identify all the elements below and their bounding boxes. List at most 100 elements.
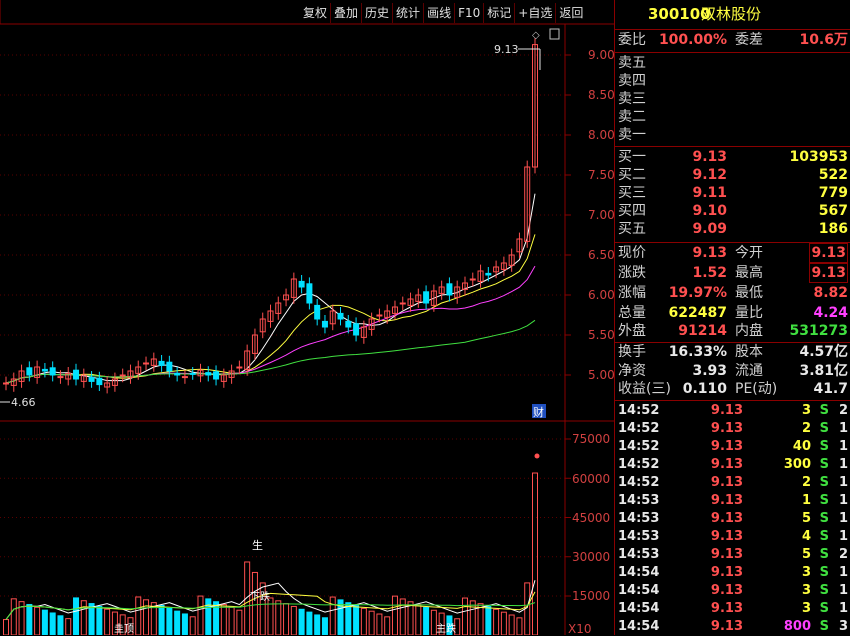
ask-row[interactable]: 卖一 xyxy=(615,125,850,146)
volume-bar xyxy=(314,614,321,635)
change-pct-label: 涨幅 xyxy=(618,285,646,301)
divider xyxy=(615,400,850,401)
weicha-label: 委差 xyxy=(735,32,763,48)
volume-bar xyxy=(80,600,87,635)
volume-bar xyxy=(493,608,500,635)
tick-price: 9.13 xyxy=(710,493,743,508)
tick-count: 1 xyxy=(838,493,848,508)
tick-volume: 2 xyxy=(801,421,811,436)
tick-row: 14:52 9.13 40 S 1 xyxy=(615,438,850,456)
tick-volume: 3 xyxy=(801,565,811,580)
volume-bar xyxy=(220,604,227,635)
volume-bar xyxy=(508,614,515,635)
volume-peak-dot xyxy=(534,453,540,459)
tick-volume: 800 xyxy=(783,619,811,634)
tick-side: S xyxy=(819,565,829,580)
finance-badge-label: 财 xyxy=(533,405,544,419)
tick-time: 14:53 xyxy=(618,547,660,562)
volume-bar xyxy=(174,610,181,635)
weibi-row: 委比 100.00% 委差 10.6万 xyxy=(615,30,850,51)
tick-row: 14:54 9.13 3 S 1 xyxy=(615,600,850,618)
eps-value: 0.110 xyxy=(682,381,727,397)
volume-bar xyxy=(213,601,220,635)
volume-bar xyxy=(500,611,507,635)
price-tick: 6.00 xyxy=(588,288,614,302)
tick-count: 2 xyxy=(838,403,848,418)
volume-bar xyxy=(143,599,150,635)
volume-bar xyxy=(10,598,17,635)
tick-count: 1 xyxy=(838,511,848,526)
panel-toggle-icon[interactable] xyxy=(549,28,560,40)
volume-bar xyxy=(345,602,352,635)
open-label: 今开 xyxy=(735,245,763,261)
candle-body xyxy=(88,376,95,382)
tick-time: 14:52 xyxy=(618,421,660,436)
tick-row: 14:52 9.13 3 S 2 xyxy=(615,402,850,420)
candle-body xyxy=(73,369,80,380)
volume-bar xyxy=(306,611,313,635)
bid-price: 9.09 xyxy=(692,221,727,237)
tick-side: S xyxy=(819,601,829,616)
candle-body xyxy=(376,314,383,317)
pe-value: 41.7 xyxy=(813,381,848,397)
tick-side: S xyxy=(819,439,829,454)
tick-price: 9.13 xyxy=(710,439,743,454)
inner-disk-value: 531273 xyxy=(789,323,848,339)
tick-count: 1 xyxy=(838,475,848,490)
high-label: 最高 xyxy=(735,265,763,281)
volume-bar xyxy=(135,596,142,635)
volume-bar xyxy=(34,606,41,635)
inner-disk-label: 内盘 xyxy=(735,323,763,339)
volume-bar xyxy=(259,582,266,635)
volume-bar xyxy=(329,596,336,635)
tick-time: 14:54 xyxy=(618,619,660,634)
high-value: 9.13 xyxy=(809,263,848,283)
volume-tick: 30000 xyxy=(572,550,610,564)
candle-body xyxy=(119,374,126,377)
volume-bar xyxy=(41,609,48,635)
candle-body xyxy=(3,382,9,385)
volume-bar xyxy=(228,606,235,635)
ask-label: 卖一 xyxy=(618,127,646,143)
tick-time: 14:53 xyxy=(618,529,660,544)
ma-line xyxy=(5,319,536,384)
volume-bar xyxy=(399,598,406,635)
tick-row: 14:53 9.13 1 S 1 xyxy=(615,492,850,510)
candle-body xyxy=(166,361,173,372)
candle-body xyxy=(57,376,64,379)
volume-annotation: 主跌 xyxy=(436,622,456,635)
bid-volume: 186 xyxy=(818,221,848,237)
weibi-label: 委比 xyxy=(618,32,646,48)
tick-price: 9.13 xyxy=(710,619,743,634)
kline-chart[interactable]: 9.00 8.50 8.00 7.50 7.00 6.50 6.00 5.50 … xyxy=(0,0,614,635)
price-tick: 9.00 xyxy=(588,48,614,62)
candle-body xyxy=(306,283,313,304)
price-grid xyxy=(0,54,571,376)
volume-unit: X10 xyxy=(568,622,592,635)
tick-count: 1 xyxy=(838,601,848,616)
tick-price: 9.13 xyxy=(710,583,743,598)
tick-price: 9.13 xyxy=(710,565,743,580)
tick-count: 1 xyxy=(838,583,848,598)
volume-bar xyxy=(26,603,33,635)
tick-side: S xyxy=(819,475,829,490)
tick-price: 9.13 xyxy=(710,421,743,436)
last-price-value: 9.13 xyxy=(692,245,727,261)
eps-label: 收益(三) xyxy=(618,381,671,397)
volume-bar xyxy=(197,595,204,635)
bid-row[interactable]: 买五 9.09 186 xyxy=(615,219,850,240)
tick-price: 9.13 xyxy=(710,457,743,472)
tick-row: 14:54 9.13 3 S 1 xyxy=(615,582,850,600)
low-label: 最低 xyxy=(735,285,763,301)
tick-time: 14:53 xyxy=(618,511,660,526)
volume-bar xyxy=(461,597,468,635)
price-tick: 5.00 xyxy=(588,368,614,382)
candle-body xyxy=(205,372,212,376)
volume-bar xyxy=(57,615,64,635)
candle-body xyxy=(41,368,48,372)
weibi-value: 100.00% xyxy=(658,32,727,48)
volume-bar xyxy=(415,604,422,635)
tick-side: S xyxy=(819,511,829,526)
candle-body xyxy=(314,304,321,320)
tick-count: 1 xyxy=(838,439,848,454)
